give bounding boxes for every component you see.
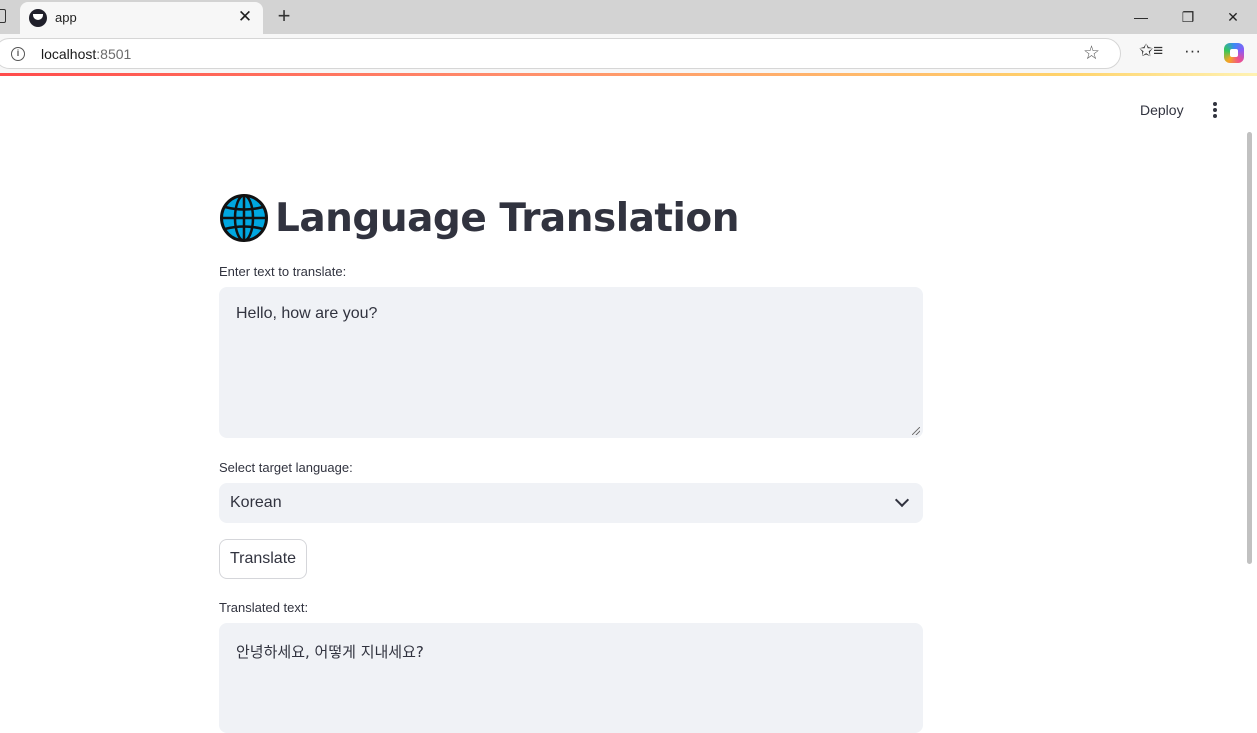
title-text: Language Translation: [275, 195, 739, 241]
streamlit-favicon-icon: [29, 9, 47, 27]
target-language-select[interactable]: Korean: [219, 483, 923, 523]
tab-title: app: [55, 10, 77, 25]
browser-tab[interactable]: app ✕: [20, 2, 263, 34]
info-icon[interactable]: i: [11, 47, 25, 61]
copilot-icon[interactable]: [1224, 43, 1244, 63]
sidebar-toggle-icon[interactable]: [0, 9, 6, 23]
browser-tab-bar: app ✕ + — ❐ ✕: [0, 0, 1257, 34]
restore-button[interactable]: ❐: [1173, 6, 1203, 28]
translate-button[interactable]: Translate: [219, 539, 307, 579]
input-label: Enter text to translate:: [219, 264, 347, 279]
output-label: Translated text:: [219, 600, 309, 615]
favorites-icon[interactable]: ✩≡: [1139, 41, 1163, 61]
browser-toolbar: i localhost:8501 ☆: [0, 34, 1257, 73]
translated-text-output[interactable]: 안녕하세요, 어떻게 지내세요?: [219, 623, 923, 733]
translated-text-value: 안녕하세요, 어떻게 지내세요?: [236, 643, 424, 661]
deploy-button[interactable]: Deploy: [1140, 102, 1184, 118]
new-tab-button[interactable]: +: [273, 3, 295, 29]
page-title: Language Translation: [219, 190, 739, 246]
select-label: Select target language:: [219, 460, 353, 475]
source-text-input[interactable]: Hello, how are you?: [219, 287, 923, 438]
star-icon[interactable]: ☆: [1083, 42, 1100, 65]
more-icon[interactable]: ···: [1184, 41, 1201, 61]
select-value: Korean: [230, 494, 282, 511]
tab-close-icon[interactable]: ✕: [235, 7, 255, 27]
chevron-down-icon: [894, 492, 910, 508]
scrollbar[interactable]: [1247, 132, 1252, 564]
url-port: :8501: [96, 46, 132, 62]
minimize-button[interactable]: —: [1126, 6, 1156, 28]
app-page: Deploy Language Translation Enter text t…: [0, 76, 1257, 733]
main-menu-icon[interactable]: [1209, 100, 1221, 120]
source-text-value: Hello, how are you?: [236, 305, 378, 322]
resize-handle-icon[interactable]: [912, 427, 920, 435]
globe-icon: [220, 194, 268, 242]
address-bar[interactable]: i localhost:8501 ☆: [0, 38, 1121, 69]
url-host: localhost: [41, 46, 97, 62]
window-close-button[interactable]: ✕: [1218, 6, 1248, 28]
url-text[interactable]: localhost:8501: [41, 46, 131, 62]
